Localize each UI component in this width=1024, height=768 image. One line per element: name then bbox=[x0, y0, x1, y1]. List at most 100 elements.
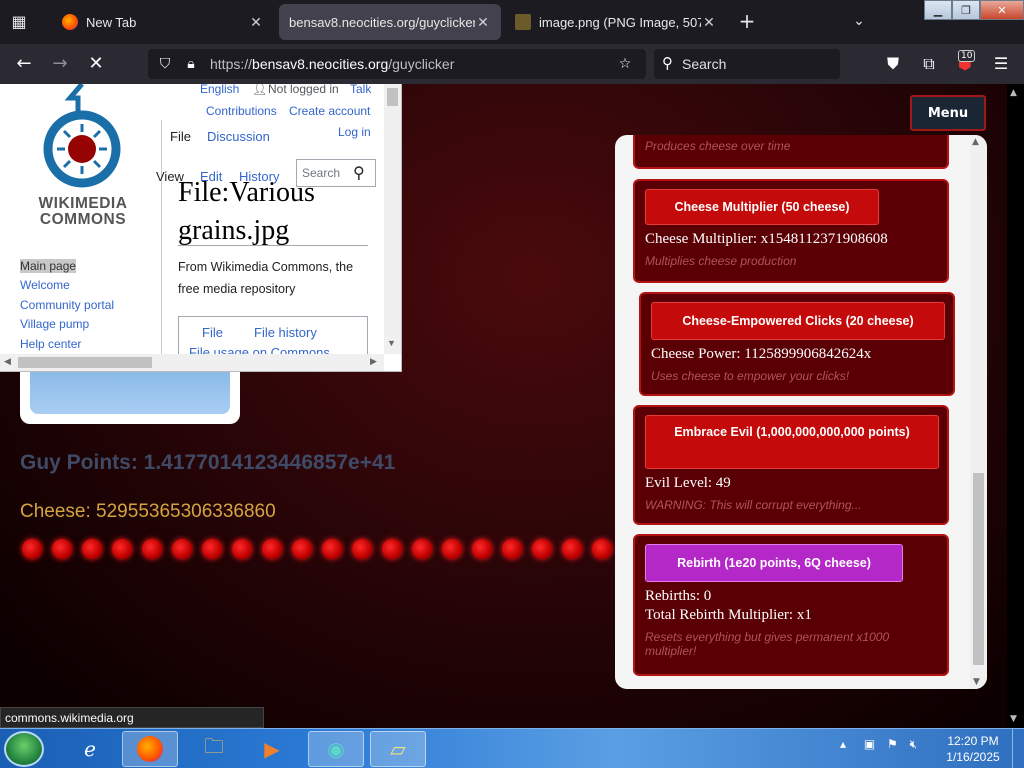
show-hidden-icons-icon[interactable]: ▴ bbox=[840, 737, 846, 751]
clock-date: 1/16/2025 bbox=[946, 750, 1000, 764]
explorer-folder-icon[interactable]: 🗀 bbox=[186, 731, 242, 767]
search-bar[interactable]: ⚲ Search bbox=[654, 49, 840, 79]
scroll-down-arrow-icon[interactable]: ▼ bbox=[387, 338, 396, 348]
forward-button[interactable]: → bbox=[48, 53, 72, 75]
progress-dot bbox=[172, 539, 192, 559]
scroll-left-arrow-icon[interactable]: ◀ bbox=[4, 356, 11, 367]
not-logged-in-text: Not logged in bbox=[268, 84, 339, 96]
scroll-thumb[interactable] bbox=[973, 473, 984, 665]
tab-file[interactable]: File bbox=[170, 129, 191, 144]
window-controls: ▁ ❐ ✕ bbox=[924, 0, 1024, 20]
wiki-horizontal-scrollbar[interactable]: ◀ ▶ bbox=[0, 354, 384, 371]
scroll-up-arrow-icon[interactable]: ▲ bbox=[972, 137, 979, 147]
clock-time: 12:20 PM bbox=[947, 734, 999, 748]
welcome-link[interactable]: Welcome bbox=[20, 278, 70, 292]
progress-dot bbox=[52, 539, 72, 559]
menu-button[interactable]: Menu bbox=[910, 95, 986, 131]
new-tab-button[interactable]: + bbox=[736, 10, 758, 32]
firefox-icon bbox=[137, 736, 163, 762]
village-pump-link[interactable]: Village pump bbox=[20, 317, 89, 331]
scroll-thumb[interactable] bbox=[387, 88, 398, 106]
image-icon bbox=[515, 14, 531, 30]
upgrade-stat: Cheese Power: 1125899906842624x bbox=[651, 346, 872, 362]
panel-scrollbar[interactable]: ▲ ▼ bbox=[970, 135, 987, 689]
maximize-button[interactable]: ❐ bbox=[952, 0, 980, 20]
progress-dot bbox=[502, 539, 522, 559]
sticky-notes-icon[interactable]: ▱ bbox=[370, 731, 426, 767]
scroll-down-arrow-icon[interactable]: ▼ bbox=[973, 677, 980, 687]
pocket-icon[interactable]: ⛊ bbox=[882, 53, 904, 75]
volume-muted-icon[interactable]: 🔇︎ bbox=[910, 737, 918, 751]
file-tab-history[interactable]: File history bbox=[254, 325, 317, 340]
wiki-vertical-scrollbar[interactable]: ▼ bbox=[384, 84, 401, 354]
extension-badge: 10 bbox=[958, 50, 976, 62]
url-text[interactable]: https://bensav8.neocities.org/guyclicker bbox=[210, 56, 454, 72]
internet-explorer-icon[interactable]: ℯ bbox=[62, 731, 118, 767]
back-button[interactable]: ← bbox=[12, 53, 36, 75]
stop-loading-button[interactable]: ✕ bbox=[84, 53, 108, 75]
tab-new-tab[interactable]: New Tab ✕ bbox=[52, 4, 274, 40]
network-icon[interactable]: ▣ bbox=[864, 737, 875, 751]
create-account-link[interactable]: Create account bbox=[289, 104, 370, 118]
file-tab-file[interactable]: File bbox=[202, 325, 223, 340]
talk-link[interactable]: Talk bbox=[350, 84, 371, 96]
progress-dot bbox=[472, 539, 492, 559]
contributions-link[interactable]: Contributions bbox=[206, 104, 277, 118]
page-scrollbar[interactable]: ▲ ▼ bbox=[1007, 84, 1024, 728]
user-icon: 👤︎ bbox=[252, 84, 268, 96]
media-player-icon[interactable]: ▶ bbox=[244, 731, 300, 767]
windows-taskbar: ℯ 🗀 ▶ ◉ ▱ ▴ ▣ ⚑ 🔇︎ 12:20 PM 1/16/2025 bbox=[0, 728, 1024, 768]
rebirth-button[interactable]: Rebirth (1e20 points, 6Q cheese) bbox=[645, 544, 903, 582]
search-placeholder: Search bbox=[682, 56, 727, 72]
community-portal-link[interactable]: Community portal bbox=[20, 298, 114, 312]
extensions-icon[interactable]: ⧉ bbox=[918, 53, 940, 75]
url-prefix: https:// bbox=[210, 56, 253, 72]
main-page-link[interactable]: Main page bbox=[20, 259, 77, 273]
clock[interactable]: 12:20 PM 1/16/2025 bbox=[938, 733, 1008, 765]
help-center-link[interactable]: Help center bbox=[20, 337, 81, 351]
scroll-down-arrow-icon[interactable]: ▼ bbox=[1010, 714, 1017, 724]
wikimedia-logo-text: WIKIMEDIA COMMONS bbox=[27, 196, 139, 228]
start-button[interactable] bbox=[4, 731, 44, 767]
tab-guyclicker[interactable]: bensav8.neocities.org/guyclicker ✕ bbox=[279, 4, 501, 40]
show-desktop-button[interactable] bbox=[1012, 729, 1024, 768]
upgrade-description: Uses cheese to empower your clicks! bbox=[651, 369, 850, 383]
upgrade-stat: Cheese Multiplier: x1548112371908608 bbox=[645, 231, 888, 247]
language-link[interactable]: English bbox=[200, 84, 239, 96]
lock-icon[interactable]: 🔒︎ bbox=[182, 55, 200, 73]
progress-dot bbox=[562, 539, 582, 559]
cheese-multiplier-button[interactable]: Cheese Multiplier (50 cheese) bbox=[645, 189, 879, 225]
url-bar[interactable]: ⛉ 🔒︎ https://bensav8.neocities.org/guycl… bbox=[148, 49, 646, 79]
action-center-flag-icon[interactable]: ⚑ bbox=[887, 737, 898, 751]
progress-dot bbox=[292, 539, 312, 559]
hamburger-menu-icon[interactable]: ☰ bbox=[990, 53, 1012, 75]
tab-image-png[interactable]: image.png (PNG Image, 507 × 1 ✕ bbox=[505, 4, 727, 40]
close-tab-icon[interactable]: ✕ bbox=[475, 14, 491, 31]
scroll-right-arrow-icon[interactable]: ▶ bbox=[370, 356, 377, 367]
cheese-empowered-clicks-button[interactable]: Cheese-Empowered Clicks (20 cheese) bbox=[651, 302, 945, 340]
firefox-view-icon[interactable]: ▦ bbox=[8, 10, 30, 32]
bookmark-star-icon[interactable]: ☆ bbox=[616, 55, 634, 73]
rebirth-multiplier: Total Rebirth Multiplier: x1 bbox=[645, 607, 812, 623]
close-tab-icon[interactable]: ✕ bbox=[248, 14, 264, 31]
scroll-up-arrow-icon[interactable]: ▲ bbox=[1010, 88, 1017, 98]
tab-title: New Tab bbox=[86, 14, 137, 30]
url-path: /guyclicker bbox=[388, 56, 455, 72]
log-in-link[interactable]: Log in bbox=[338, 125, 371, 139]
search-icon: ⚲ bbox=[662, 54, 673, 72]
firefox-taskbar-icon[interactable] bbox=[122, 731, 178, 767]
tab-discussion[interactable]: Discussion bbox=[207, 129, 270, 144]
minimize-button[interactable]: ▁ bbox=[924, 0, 952, 20]
app-taskbar-icon[interactable]: ◉ bbox=[308, 731, 364, 767]
shield-icon[interactable]: ⛉ bbox=[156, 55, 174, 73]
system-tray: ▴ ▣ ⚑ 🔇︎ bbox=[840, 737, 917, 752]
embrace-evil-button[interactable]: Embrace Evil (1,000,000,000,000 points) bbox=[645, 415, 939, 469]
scroll-thumb[interactable] bbox=[18, 357, 152, 368]
progress-dot bbox=[142, 539, 162, 559]
close-window-button[interactable]: ✕ bbox=[980, 0, 1024, 20]
close-tab-icon[interactable]: ✕ bbox=[701, 14, 717, 31]
tab-title: bensav8.neocities.org/guyclicker bbox=[289, 14, 475, 30]
progress-dot bbox=[112, 539, 132, 559]
progress-dot bbox=[532, 539, 552, 559]
list-all-tabs-button[interactable]: ⌄ bbox=[848, 10, 870, 32]
